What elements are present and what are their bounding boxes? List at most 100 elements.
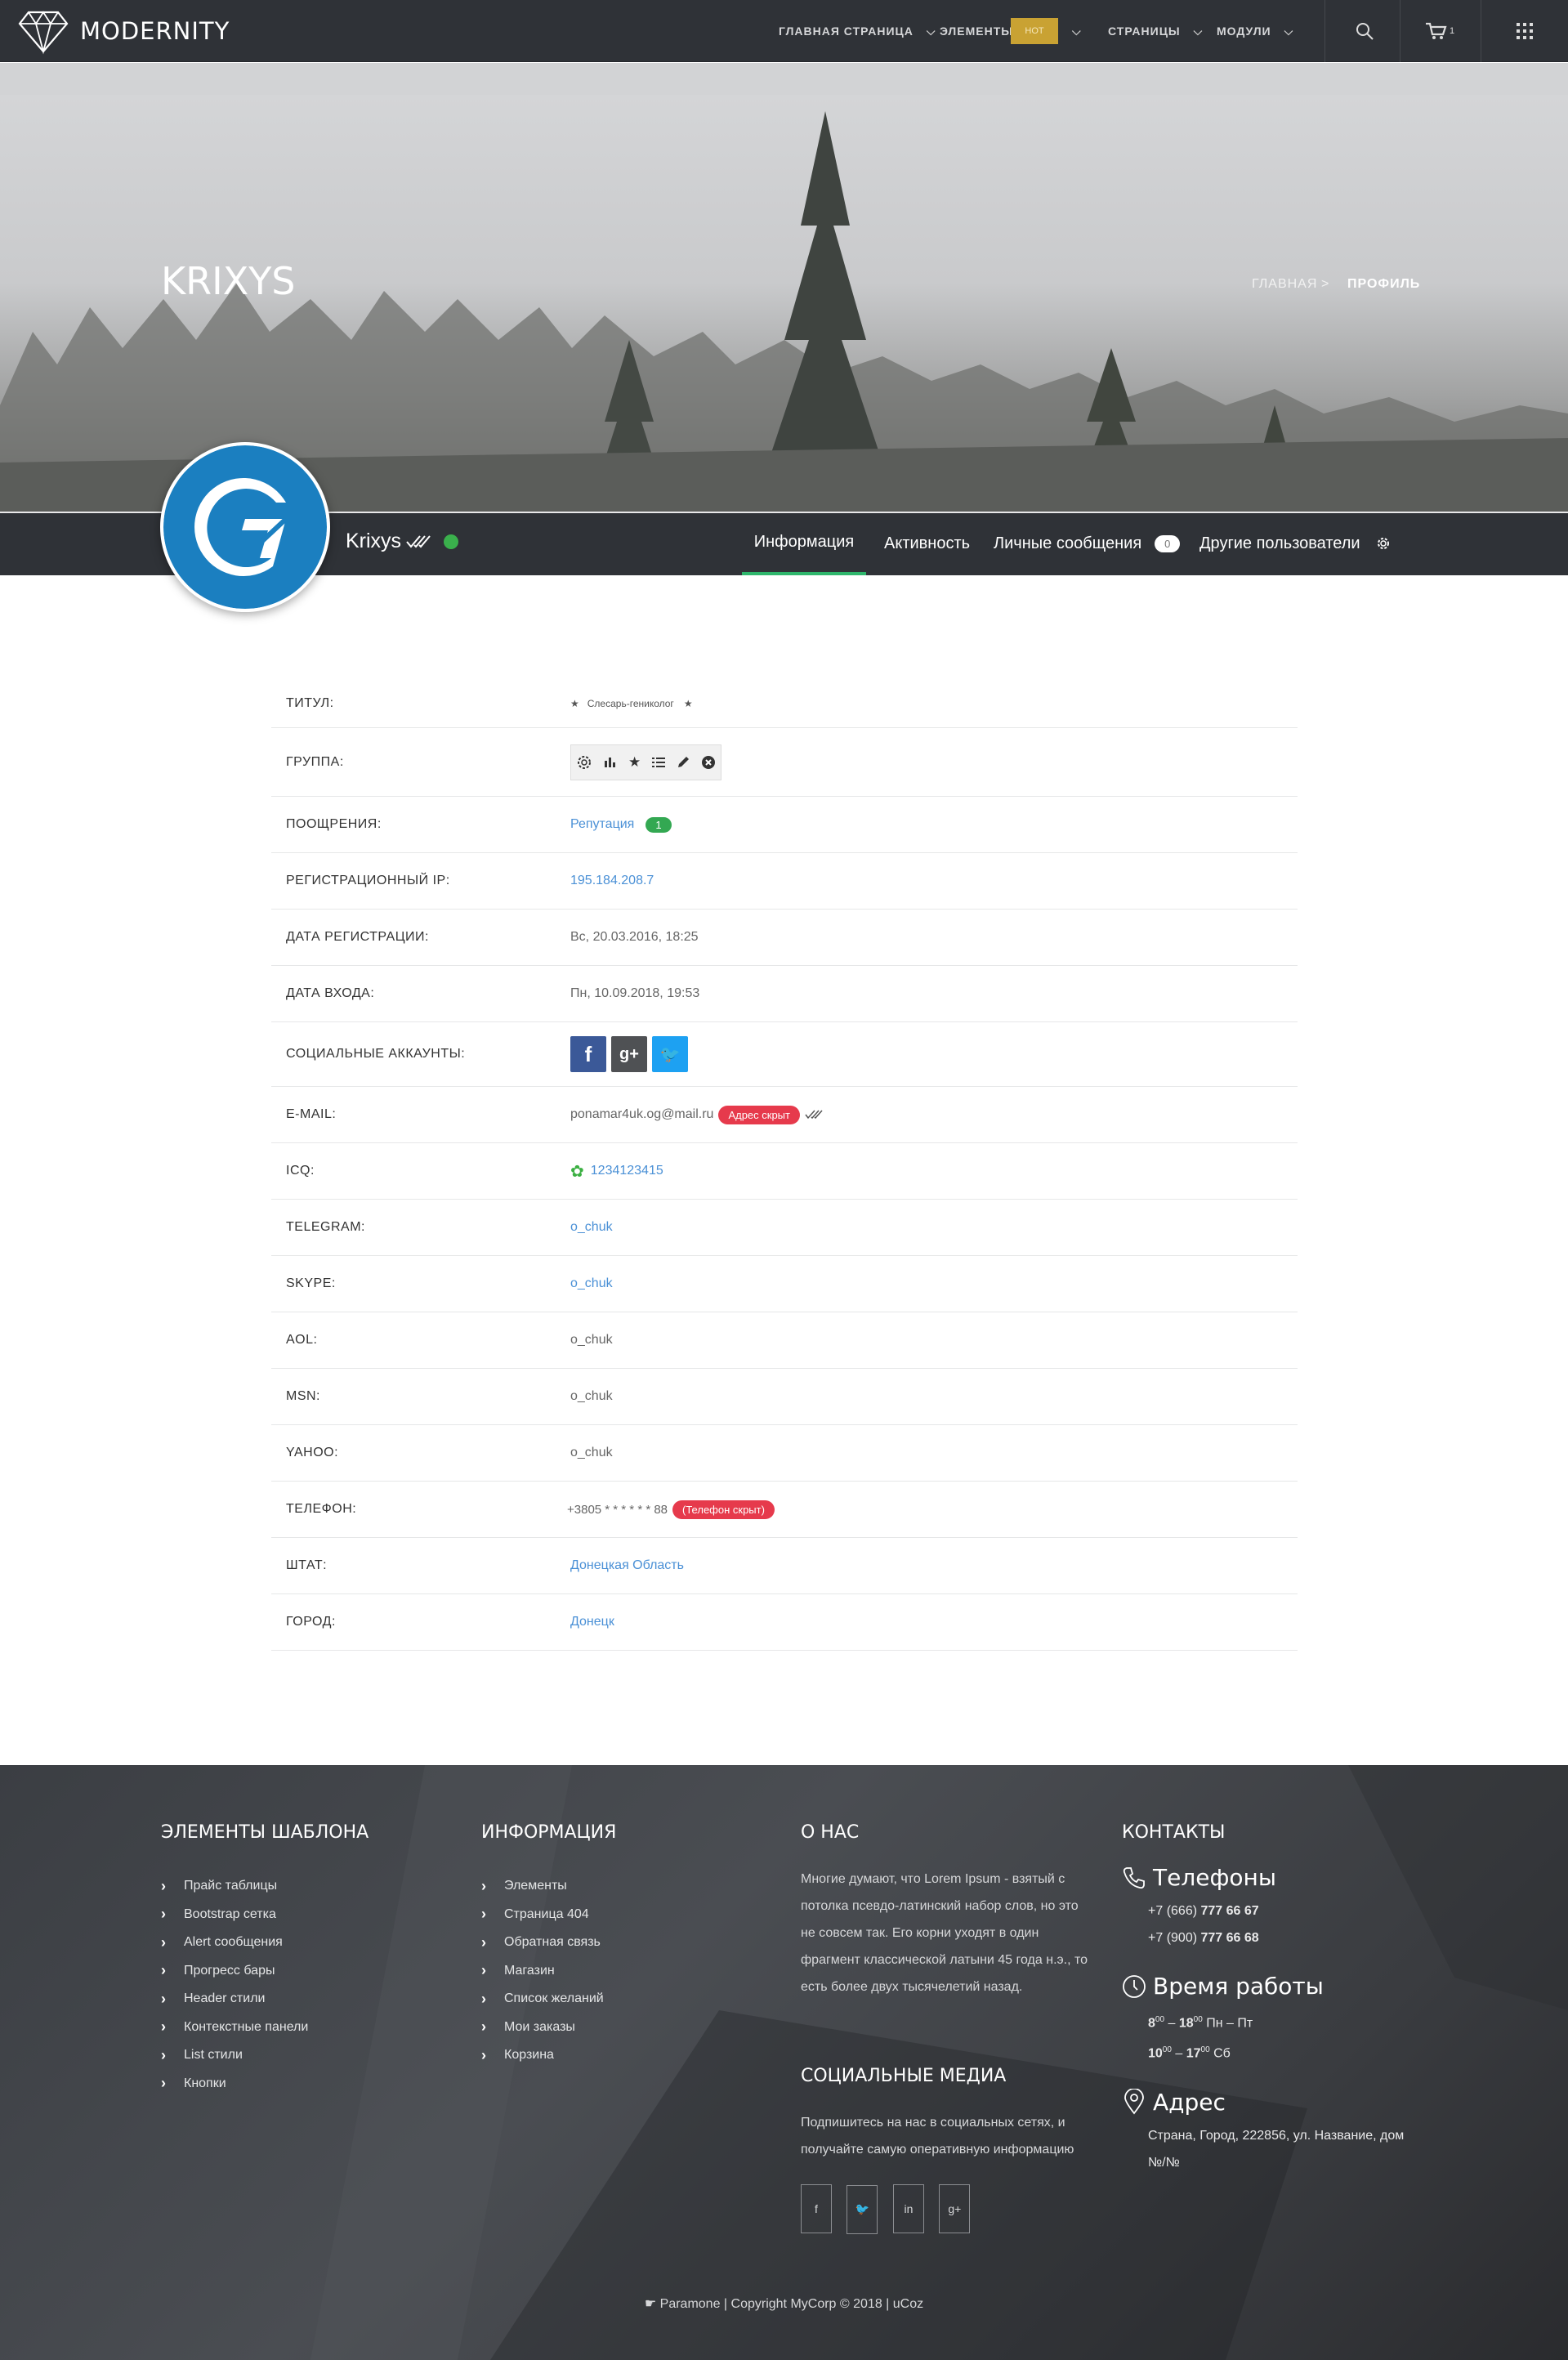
list-icon[interactable] xyxy=(652,757,666,768)
close-circle-icon[interactable] xyxy=(701,755,716,770)
row-yahoo: YAHOO: o_chuk xyxy=(271,1425,1298,1482)
nav-home[interactable]: ГЛАВНАЯ СТРАНИЦА ⌵ xyxy=(779,0,936,62)
footer-link[interactable]: › Корзина xyxy=(481,2041,616,2070)
chevron-right-icon: › xyxy=(481,2046,486,2063)
footer-link-label: Обратная связь xyxy=(504,1935,601,1950)
footer-link-label: Alert сообщения xyxy=(184,1935,283,1950)
minutes: 00 xyxy=(1193,2015,1203,2024)
footer-link[interactable]: › Список желаний xyxy=(481,1985,616,2014)
footer-social-buttons: f 🐦 in g+ xyxy=(801,2184,1095,2234)
facebook-icon[interactable]: f xyxy=(801,2184,832,2233)
address-line: №/№ xyxy=(1148,2155,1180,2170)
hours-dash: – xyxy=(1175,2046,1183,2061)
brand-name: MODERNITY xyxy=(80,17,230,45)
telegram-link[interactable]: o_chuk xyxy=(570,1220,613,1235)
settings-button[interactable] xyxy=(1376,512,1391,575)
twitter-icon[interactable]: 🐦 xyxy=(847,2184,878,2234)
footer-link[interactable]: › Прайс таблицы xyxy=(161,1872,369,1901)
row-state: ШТАТ: Донецкая Область xyxy=(271,1538,1298,1594)
nav-modules-label: МОДУЛИ xyxy=(1217,25,1271,38)
footer-col1-title: ЭЛЕМЕНТЫ ШАБЛОНА xyxy=(161,1822,369,1843)
chevron-right-icon: › xyxy=(481,2018,486,2036)
footer-link[interactable]: › Контекстные панели xyxy=(161,2014,369,2042)
phone-line: +7 (666) 777 66 67 xyxy=(1148,1897,1416,1924)
footer-link[interactable]: › Header стили xyxy=(161,1985,369,2014)
address-title: Адрес xyxy=(1153,2088,1226,2116)
star-icon[interactable]: ★ xyxy=(628,754,641,771)
minutes: 00 xyxy=(1155,2015,1165,2024)
chevron-right-icon: › xyxy=(481,1877,486,1894)
label-social: СОЦИАЛЬНЫЕ АККАУНТЫ: xyxy=(286,1047,466,1061)
hours-list: 800 – 1800 Пн – Пт 1000 – 1700 Сб xyxy=(1148,2006,1416,2067)
social-line: Подпишитесь на нас в социальных сетях, и xyxy=(801,2116,1065,2130)
row-city: ГОРОД: Донецк xyxy=(271,1594,1298,1651)
map-pin-icon xyxy=(1124,2089,1144,2115)
facebook-icon[interactable]: f xyxy=(570,1036,606,1072)
tab-info[interactable]: Информация xyxy=(742,512,866,575)
row-aol: AOL: o_chuk xyxy=(271,1312,1298,1369)
search-button[interactable] xyxy=(1325,0,1404,62)
google-plus-icon[interactable]: g+ xyxy=(611,1036,647,1072)
footer-link[interactable]: › Магазин xyxy=(481,1957,616,1986)
footer-link[interactable]: › Alert сообщения xyxy=(161,1929,369,1957)
row-skype: SKYPE: o_chuk xyxy=(271,1256,1298,1312)
about-line: не совсем так. Его корни уходят в один xyxy=(801,1926,1039,1940)
footer-link[interactable]: › Страница 404 xyxy=(481,1901,616,1929)
clock-icon xyxy=(1123,1974,1146,1998)
label-group: ГРУППА: xyxy=(286,754,344,769)
value-phone: +3805 * * * * * * 88 (Телефон скрыт) xyxy=(567,1500,775,1519)
avatar[interactable] xyxy=(160,442,330,612)
footer-link-label: Страница 404 xyxy=(504,1906,589,1921)
hours-line: 800 – 1800 Пн – Пт xyxy=(1148,2006,1416,2036)
reputation-link[interactable]: Репутация xyxy=(570,817,634,832)
nav-modules[interactable]: МОДУЛИ ⌵ xyxy=(1217,0,1293,62)
cart-button[interactable]: 1 xyxy=(1400,0,1479,62)
row-awards: ПООЩРЕНИЯ: Репутация 1 xyxy=(271,797,1298,853)
gear-icon[interactable] xyxy=(576,754,592,771)
icq-link[interactable]: 1234123415 xyxy=(591,1164,663,1178)
top-navbar: MODERNITY ГЛАВНАЯ СТРАНИЦА ⌵ ЭЛЕМЕНТЫ HOT… xyxy=(0,0,1568,62)
footer-link[interactable]: › Bootstrap сетка xyxy=(161,1901,369,1929)
footer-link-label: List стили xyxy=(184,2048,243,2063)
social-accounts: f g+ 🐦 xyxy=(570,1036,693,1072)
linkedin-icon[interactable]: in xyxy=(892,2184,924,2233)
pencil-icon[interactable] xyxy=(677,756,690,769)
tab-messages[interactable]: Личные сообщения 0 xyxy=(994,512,1181,575)
footer-link[interactable]: › Кнопки xyxy=(161,2070,369,2099)
hot-badge: HOT xyxy=(1011,18,1058,44)
skype-link[interactable]: o_chuk xyxy=(570,1276,613,1291)
city-link[interactable]: Донецк xyxy=(570,1615,614,1629)
footer-link[interactable]: › Мои заказы xyxy=(481,2014,616,2042)
chevron-right-icon: › xyxy=(161,2075,166,2092)
page-title: KRIXYS xyxy=(161,259,296,303)
email-hidden-badge: Адрес скрыт xyxy=(718,1105,800,1124)
tab-activity-label: Активность xyxy=(884,534,971,552)
apps-menu-button[interactable] xyxy=(1481,0,1568,62)
group-icons: ★ xyxy=(570,744,722,780)
chevron-right-icon: › xyxy=(161,1962,166,1979)
phone-prefix: +7 (900) xyxy=(1148,1931,1198,1945)
tab-activity[interactable]: Активность xyxy=(884,512,970,575)
state-link[interactable]: Донецкая Область xyxy=(570,1558,684,1573)
row-logindate: ДАТА ВХОДА: Пн, 10.09.2018, 19:53 xyxy=(271,966,1298,1022)
footer-link[interactable]: › Элементы xyxy=(481,1872,616,1901)
footer-link-label: Контекстные панели xyxy=(184,2019,309,2034)
brand-logo[interactable]: MODERNITY xyxy=(18,7,230,55)
chart-bars-icon[interactable] xyxy=(604,756,617,769)
twitter-icon[interactable]: 🐦 xyxy=(652,1036,688,1072)
nav-elements-dropdown[interactable]: ⌵ xyxy=(1059,0,1082,62)
chevron-right-icon: › xyxy=(481,1933,486,1951)
breadcrumb-separator: > xyxy=(1321,277,1330,291)
footer-link[interactable]: › List стили xyxy=(161,2041,369,2070)
footer-link[interactable]: › Обратная связь xyxy=(481,1929,616,1957)
footer-link[interactable]: › Прогресс бары xyxy=(161,1957,369,1986)
tab-other-users[interactable]: Другие пользователи xyxy=(1199,512,1360,575)
footer-link-label: Список желаний xyxy=(504,1991,604,2006)
hours-to: 18 xyxy=(1178,2016,1194,2031)
breadcrumb-home[interactable]: ГЛАВНАЯ xyxy=(1252,277,1317,292)
google-plus-icon[interactable]: g+ xyxy=(939,2184,971,2233)
nav-pages[interactable]: СТРАНИЦЫ ⌵ xyxy=(1108,0,1203,62)
profile-username: Krixys xyxy=(346,530,402,552)
ip-link[interactable]: 195.184.208.7 xyxy=(570,874,654,888)
nav-elements[interactable]: ЭЛЕМЕНТЫ xyxy=(940,0,1013,62)
